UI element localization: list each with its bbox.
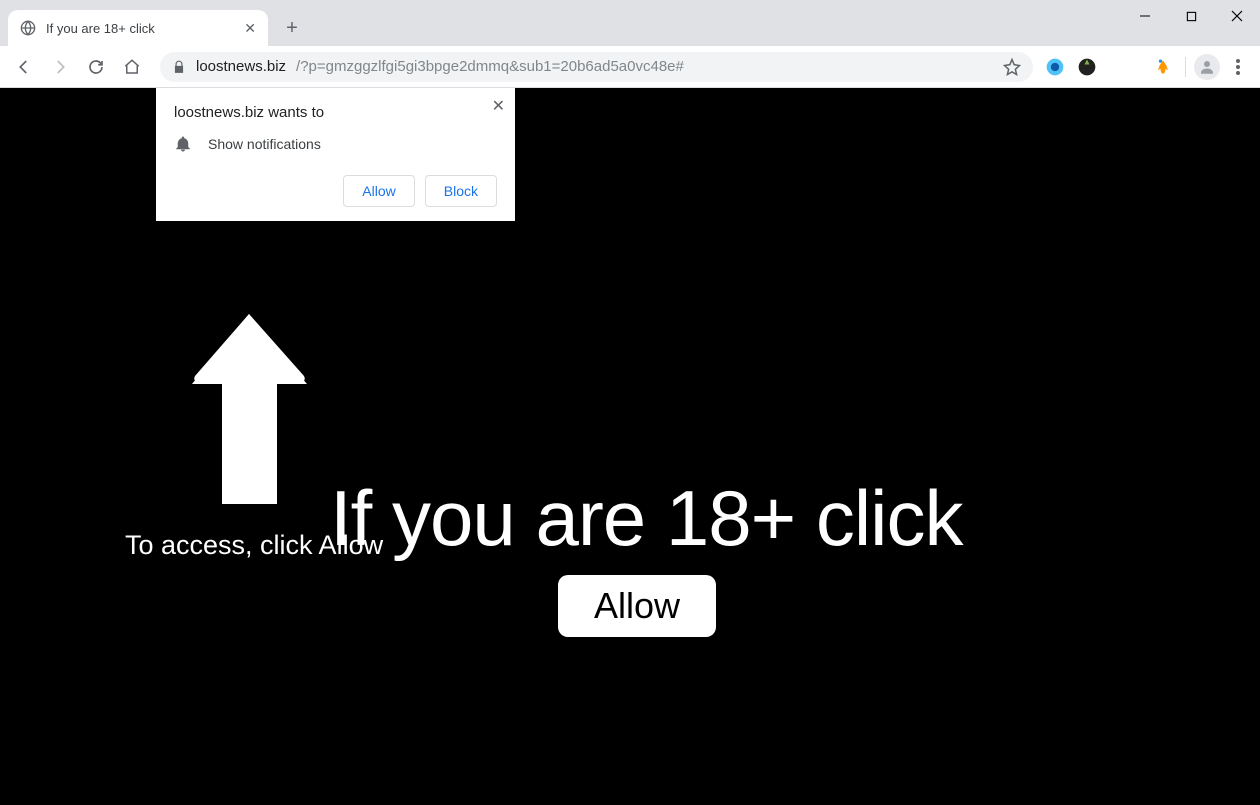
tab-close-icon[interactable]: ✕ — [244, 20, 256, 37]
tab-title: If you are 18+ click — [46, 21, 155, 36]
up-arrow-icon — [192, 314, 307, 504]
browser-toolbar: loostnews.biz /?p=gmzggzlfgi5gi3bpge2dmmq… — [0, 46, 1260, 88]
extension-icon-2[interactable] — [1073, 53, 1101, 81]
popup-close-icon[interactable]: ✕ — [492, 96, 505, 116]
browser-menu-button[interactable] — [1224, 53, 1252, 81]
popup-site-wants-text: loostnews.biz wants to — [174, 104, 497, 121]
window-minimize-button[interactable] — [1122, 0, 1168, 32]
profile-avatar[interactable] — [1194, 54, 1220, 80]
forward-button[interactable] — [44, 51, 76, 83]
window-maximize-button[interactable] — [1168, 0, 1214, 32]
page-content: To access, click Allow If you are 18+ cl… — [0, 88, 1260, 805]
bookmark-star-icon[interactable] — [1003, 58, 1021, 76]
home-button[interactable] — [116, 51, 148, 83]
window-close-button[interactable] — [1214, 0, 1260, 32]
browser-titlebar: If you are 18+ click ✕ + — [0, 0, 1260, 46]
extension-icon-1[interactable] — [1041, 53, 1069, 81]
popup-allow-button[interactable]: Allow — [343, 175, 414, 207]
popup-permission-label: Show notifications — [208, 136, 321, 152]
window-controls — [1122, 0, 1260, 32]
page-headline: If you are 18+ click — [330, 473, 963, 564]
address-bar[interactable]: loostnews.biz /?p=gmzggzlfgi5gi3bpge2dmmq… — [160, 52, 1033, 82]
new-tab-button[interactable]: + — [278, 14, 306, 42]
globe-icon — [20, 20, 36, 36]
toolbar-divider — [1185, 57, 1186, 77]
url-host: loostnews.biz — [196, 58, 286, 75]
reload-button[interactable] — [80, 51, 112, 83]
notification-permission-popup: ✕ loostnews.biz wants to Show notificati… — [156, 88, 515, 221]
extension-icon-3[interactable] — [1149, 53, 1177, 81]
popup-block-button[interactable]: Block — [425, 175, 497, 207]
browser-tab[interactable]: If you are 18+ click ✕ — [8, 10, 268, 46]
popup-buttons: Allow Block — [174, 175, 497, 207]
lock-icon — [172, 60, 186, 74]
url-path: /?p=gmzggzlfgi5gi3bpge2dmmq&sub1=20b6ad5… — [296, 58, 684, 75]
bell-icon — [174, 135, 192, 153]
popup-permission-row: Show notifications — [174, 135, 497, 153]
page-allow-button[interactable]: Allow — [558, 575, 716, 637]
back-button[interactable] — [8, 51, 40, 83]
